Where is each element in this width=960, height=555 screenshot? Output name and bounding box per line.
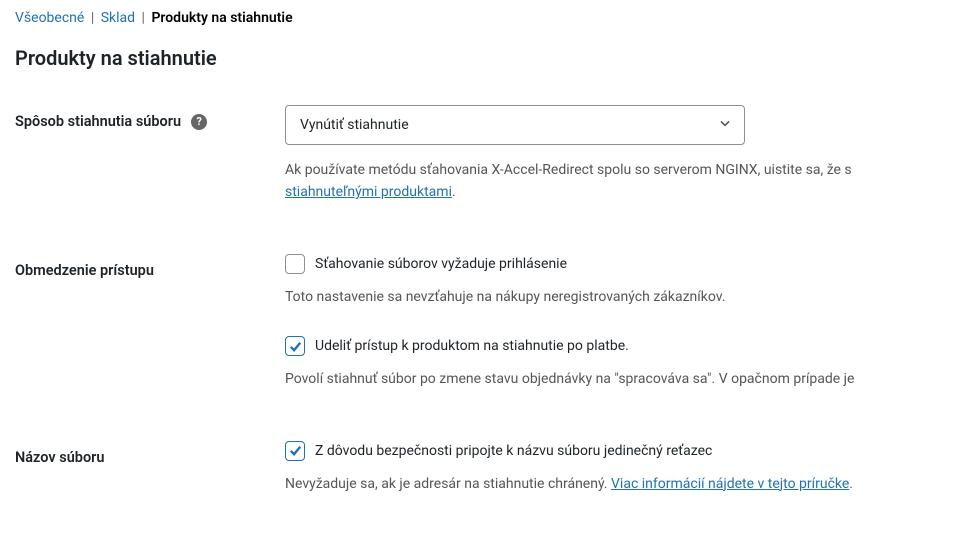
breadcrumb-link-general[interactable]: Všeobecné bbox=[15, 10, 84, 26]
filename-desc: Nevyžaduje sa, ak je adresár na stiahnut… bbox=[285, 473, 945, 495]
label-col: Názov súboru bbox=[15, 441, 285, 466]
desc-after: . bbox=[849, 476, 853, 492]
filename-guide-link[interactable]: Viac informácií nájdete v tejto príručke bbox=[611, 476, 849, 492]
row-access-restriction: Obmedzenie prístupu Sťahovanie súborov v… bbox=[15, 254, 945, 391]
grant-access-label: Udeliť prístup k produktom na stiahnutie… bbox=[315, 338, 629, 354]
require-login-label: Sťahovanie súborov vyžaduje prihlásenie bbox=[315, 256, 567, 272]
download-method-link[interactable]: stiahnuteľnými produktami bbox=[285, 184, 452, 200]
append-hash-label: Z dôvodu bezpečnosti pripojte k názvu sú… bbox=[315, 443, 712, 459]
breadcrumb-sep: | bbox=[142, 10, 145, 26]
desc-text: Ak používate metódu sťahovania X-Accel-R… bbox=[285, 162, 852, 178]
row-download-method: Spôsob stiahnutia súboru ? Vynútiť stiah… bbox=[15, 105, 945, 204]
sub-section-append-hash: Z dôvodu bezpečnosti pripojte k názvu sú… bbox=[285, 441, 945, 495]
require-login-desc: Toto nastavenie sa nevzťahuje na nákupy … bbox=[285, 286, 945, 308]
breadcrumb-link-stock[interactable]: Sklad bbox=[101, 10, 135, 26]
breadcrumb: Všeobecné | Sklad | Produkty na stiahnut… bbox=[15, 10, 945, 26]
sub-section-grant-access: Udeliť prístup k produktom na stiahnutie… bbox=[285, 336, 945, 390]
filename-label: Názov súboru bbox=[15, 449, 104, 466]
download-method-desc: Ak používate metódu sťahovania X-Accel-R… bbox=[285, 159, 945, 204]
append-hash-checkbox[interactable] bbox=[285, 441, 305, 461]
grant-access-desc: Povolí stiahnuť súbor po zmene stavu obj… bbox=[285, 368, 945, 390]
download-method-label: Spôsob stiahnutia súboru bbox=[15, 113, 181, 130]
label-col: Obmedzenie prístupu bbox=[15, 254, 285, 279]
sub-section-require-login: Sťahovanie súborov vyžaduje prihlásenie … bbox=[285, 254, 945, 308]
page-title: Produkty na stiahnutie bbox=[15, 46, 945, 70]
field-col: Sťahovanie súborov vyžaduje prihlásenie … bbox=[285, 254, 945, 391]
grant-access-checkbox[interactable] bbox=[285, 336, 305, 356]
desc-after: . bbox=[452, 184, 456, 200]
access-restriction-label: Obmedzenie prístupu bbox=[15, 262, 154, 279]
field-col: Vynútiť stiahnutie Ak používate metódu s… bbox=[285, 105, 945, 204]
select-value: Vynútiť stiahnutie bbox=[300, 117, 409, 133]
breadcrumb-sep: | bbox=[91, 10, 94, 26]
download-method-select[interactable]: Vynútiť stiahnutie bbox=[285, 105, 745, 145]
breadcrumb-current: Produkty na stiahnutie bbox=[151, 10, 292, 26]
label-col: Spôsob stiahnutia súboru ? bbox=[15, 105, 285, 130]
checkbox-row: Z dôvodu bezpečnosti pripojte k názvu sú… bbox=[285, 441, 945, 461]
checkbox-row: Sťahovanie súborov vyžaduje prihlásenie bbox=[285, 254, 945, 274]
row-filename: Názov súboru Z dôvodu bezpečnosti pripoj… bbox=[15, 441, 945, 495]
select-wrap: Vynútiť stiahnutie bbox=[285, 105, 745, 145]
field-col: Z dôvodu bezpečnosti pripojte k názvu sú… bbox=[285, 441, 945, 495]
require-login-checkbox[interactable] bbox=[285, 254, 305, 274]
desc-text: Nevyžaduje sa, ak je adresár na stiahnut… bbox=[285, 476, 611, 492]
help-icon[interactable]: ? bbox=[191, 114, 207, 130]
checkbox-row: Udeliť prístup k produktom na stiahnutie… bbox=[285, 336, 945, 356]
